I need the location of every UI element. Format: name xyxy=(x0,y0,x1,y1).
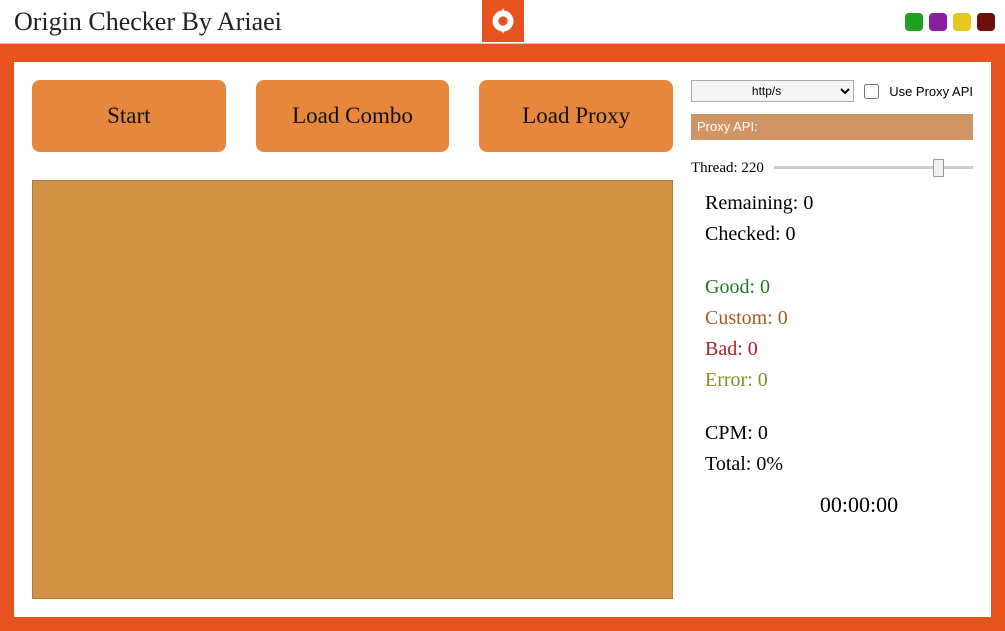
dot-purple-icon[interactable] xyxy=(929,13,947,31)
button-row: Start Load Combo Load Proxy xyxy=(32,80,673,152)
use-proxy-api-label: Use Proxy API xyxy=(889,84,973,99)
right-column: http/s Use Proxy API Proxy API: Thread: … xyxy=(691,80,973,599)
thread-row: Thread: 220 xyxy=(691,158,973,178)
thread-label: Thread: 220 xyxy=(691,160,764,177)
stat-checked: Checked: 0 xyxy=(705,223,973,246)
dot-green-icon[interactable] xyxy=(905,13,923,31)
load-proxy-button[interactable]: Load Proxy xyxy=(479,80,673,152)
start-button[interactable]: Start xyxy=(32,80,226,152)
window-controls xyxy=(905,13,995,31)
body-frame: Start Load Combo Load Proxy http/s Use P… xyxy=(0,44,1005,631)
load-combo-button[interactable]: Load Combo xyxy=(256,80,450,152)
output-log[interactable] xyxy=(32,180,673,599)
stat-remaining: Remaining: 0 xyxy=(705,192,973,215)
origin-logo-icon xyxy=(482,0,524,42)
thread-slider[interactable] xyxy=(774,158,973,178)
app-window: Origin Checker By Ariaei Start Load Comb… xyxy=(0,0,1005,631)
dot-darkred-icon[interactable] xyxy=(977,13,995,31)
stat-custom: Custom: 0 xyxy=(705,307,973,330)
content-panel: Start Load Combo Load Proxy http/s Use P… xyxy=(14,62,991,617)
use-proxy-api-checkbox[interactable] xyxy=(864,84,879,99)
left-column: Start Load Combo Load Proxy xyxy=(32,80,673,599)
stat-total: Total: 0% xyxy=(705,453,973,476)
proxy-config-row: http/s Use Proxy API xyxy=(691,80,973,102)
stats-panel: Remaining: 0 Checked: 0 Good: 0 Custom: … xyxy=(691,192,973,518)
proxy-type-select[interactable]: http/s xyxy=(691,80,854,102)
stat-cpm: CPM: 0 xyxy=(705,422,973,445)
proxy-api-input[interactable]: Proxy API: xyxy=(691,114,973,140)
app-title: Origin Checker By Ariaei xyxy=(14,7,282,37)
titlebar: Origin Checker By Ariaei xyxy=(0,0,1005,44)
stat-good: Good: 0 xyxy=(705,276,973,299)
elapsed-timer: 00:00:00 xyxy=(705,492,973,518)
stat-error: Error: 0 xyxy=(705,369,973,392)
dot-yellow-icon[interactable] xyxy=(953,13,971,31)
stat-bad: Bad: 0 xyxy=(705,338,973,361)
